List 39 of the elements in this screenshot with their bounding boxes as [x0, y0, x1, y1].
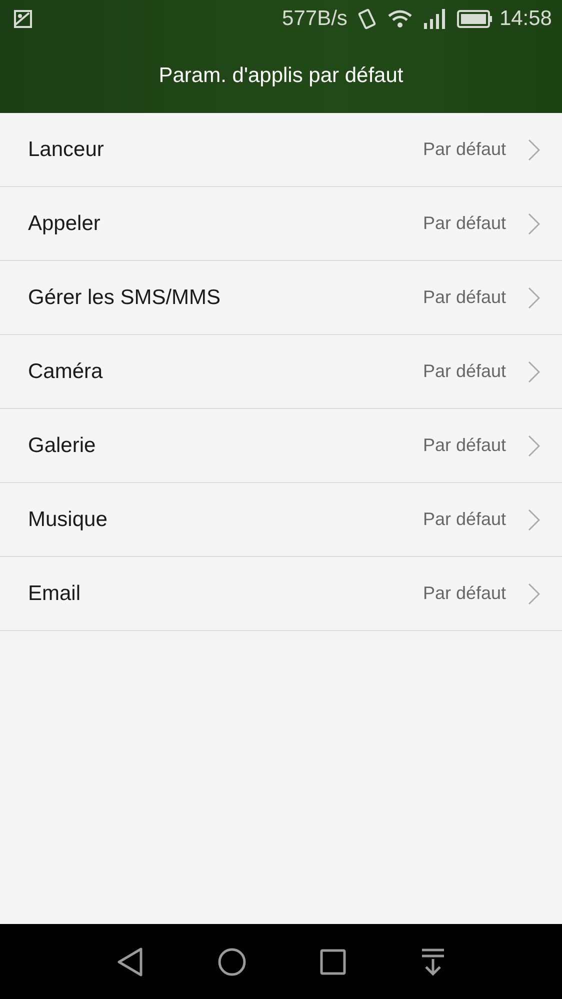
chevron-icon [528, 212, 540, 234]
battery-icon [457, 10, 494, 28]
notification-drawer-icon[interactable] [420, 948, 445, 976]
row-label: Caméra [28, 360, 104, 384]
settings-row[interactable]: Email Par défaut [0, 557, 562, 631]
row-value: Par défaut [422, 361, 506, 382]
chevron-icon [528, 138, 540, 160]
image-icon [14, 10, 32, 28]
row-value: Par défaut [422, 139, 506, 160]
row-value: Par défaut [422, 287, 506, 308]
row-value: Par défaut [422, 213, 506, 234]
wifi-icon [387, 9, 414, 29]
home-icon[interactable] [218, 948, 246, 976]
settings-row[interactable]: Musique Par défaut [0, 483, 562, 557]
back-icon[interactable] [117, 946, 144, 976]
chevron-icon [528, 434, 540, 456]
row-value: Par défaut [422, 583, 506, 604]
settings-row[interactable]: Caméra Par défaut [0, 335, 562, 409]
network-speed: 577B/s [282, 7, 348, 31]
row-label: Lanceur [28, 138, 105, 162]
row-label: Gérer les SMS/MMS [28, 286, 222, 310]
chevron-icon [528, 360, 540, 382]
chevron-icon [528, 582, 540, 604]
row-label: Musique [28, 508, 108, 532]
signal-icon [423, 9, 448, 29]
settings-row[interactable]: Lanceur Par défaut [0, 113, 562, 187]
row-label: Email [28, 582, 82, 606]
row-value: Par défaut [422, 509, 506, 530]
settings-row[interactable]: Appeler Par défaut [0, 187, 562, 261]
settings-row[interactable]: Galerie Par défaut [0, 409, 562, 483]
clock: 14:58 [499, 7, 552, 31]
row-value: Par défaut [422, 435, 506, 456]
settings-row[interactable]: Gérer les SMS/MMS Par défaut [0, 261, 562, 335]
page-title: Param. d'applis par défaut [158, 64, 404, 88]
row-label: Galerie [28, 434, 97, 458]
chevron-icon [528, 286, 540, 308]
chevron-icon [528, 508, 540, 530]
row-label: Appeler [28, 212, 102, 236]
recents-icon[interactable] [320, 948, 346, 974]
